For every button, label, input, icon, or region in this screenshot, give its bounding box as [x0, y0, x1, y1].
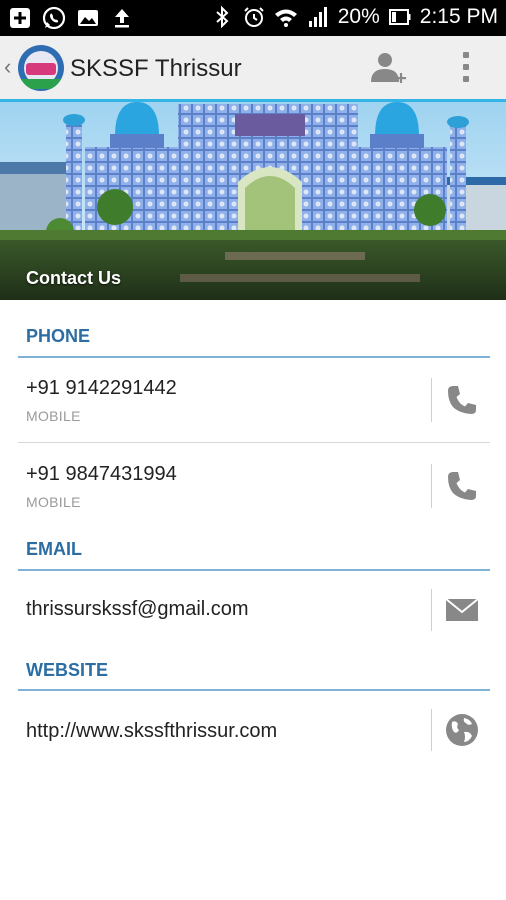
website-header-label: WEBSITE: [26, 660, 109, 680]
mail-icon[interactable]: [444, 592, 480, 628]
action-bar: ‹ SKSSF Thrissur: [0, 36, 506, 102]
clock: 2:15 PM: [419, 5, 498, 28]
phone-section-header: PHONE: [18, 326, 490, 358]
add-notification-icon: [10, 8, 30, 28]
phone-type: MOBILE: [26, 408, 81, 424]
bluetooth-icon: [216, 5, 229, 29]
battery-percent: 20%: [337, 5, 380, 28]
divider: [431, 589, 432, 631]
overflow-menu-icon[interactable]: [460, 52, 472, 86]
globe-icon[interactable]: [444, 712, 480, 748]
row-divider: [18, 442, 490, 443]
phone-row-2[interactable]: +91 9847431994 MOBILE: [18, 444, 490, 528]
alarm-icon: [244, 7, 264, 27]
phone-call-icon[interactable]: [444, 382, 480, 418]
whatsapp-icon: [42, 6, 66, 30]
divider: [431, 464, 432, 508]
phone-number[interactable]: +91 9847431994: [26, 463, 177, 486]
image-icon: [78, 10, 98, 26]
cell-signal-icon: [308, 7, 327, 27]
system-icons: 20% 2:15 PM: [210, 5, 498, 29]
banner-caption: Contact Us: [26, 268, 122, 288]
status-bar: 20% 2:15 PM: [0, 0, 506, 36]
phone-call-icon[interactable]: [444, 468, 480, 504]
divider: [431, 378, 432, 422]
email-section-header: EMAIL: [18, 539, 490, 571]
email-header-label: EMAIL: [26, 539, 82, 559]
website-url[interactable]: http://www.skssfthrissur.com: [26, 720, 277, 743]
battery-icon: [388, 9, 411, 25]
phone-type: MOBILE: [26, 494, 81, 510]
add-contact-icon[interactable]: [368, 48, 408, 88]
phone-header-label: PHONE: [26, 326, 91, 346]
website-section-header: WEBSITE: [18, 660, 490, 691]
email-row[interactable]: thrissurskssf@gmail.com: [18, 573, 490, 643]
phone-row-1[interactable]: +91 9142291442 MOBILE: [18, 360, 490, 442]
app-title: SKSSF Thrissur: [70, 55, 242, 82]
divider: [431, 709, 432, 751]
wifi-icon: [274, 9, 297, 27]
phone-number[interactable]: +91 9142291442: [26, 377, 177, 400]
app-logo[interactable]: [18, 45, 64, 91]
header-banner-image: Contact Us: [0, 102, 506, 300]
back-caret-icon[interactable]: ‹: [4, 54, 11, 80]
email-address[interactable]: thrissurskssf@gmail.com: [26, 598, 249, 621]
website-row[interactable]: http://www.skssfthrissur.com: [18, 693, 490, 765]
download-icon: [115, 9, 129, 28]
notification-icons: [8, 6, 134, 30]
